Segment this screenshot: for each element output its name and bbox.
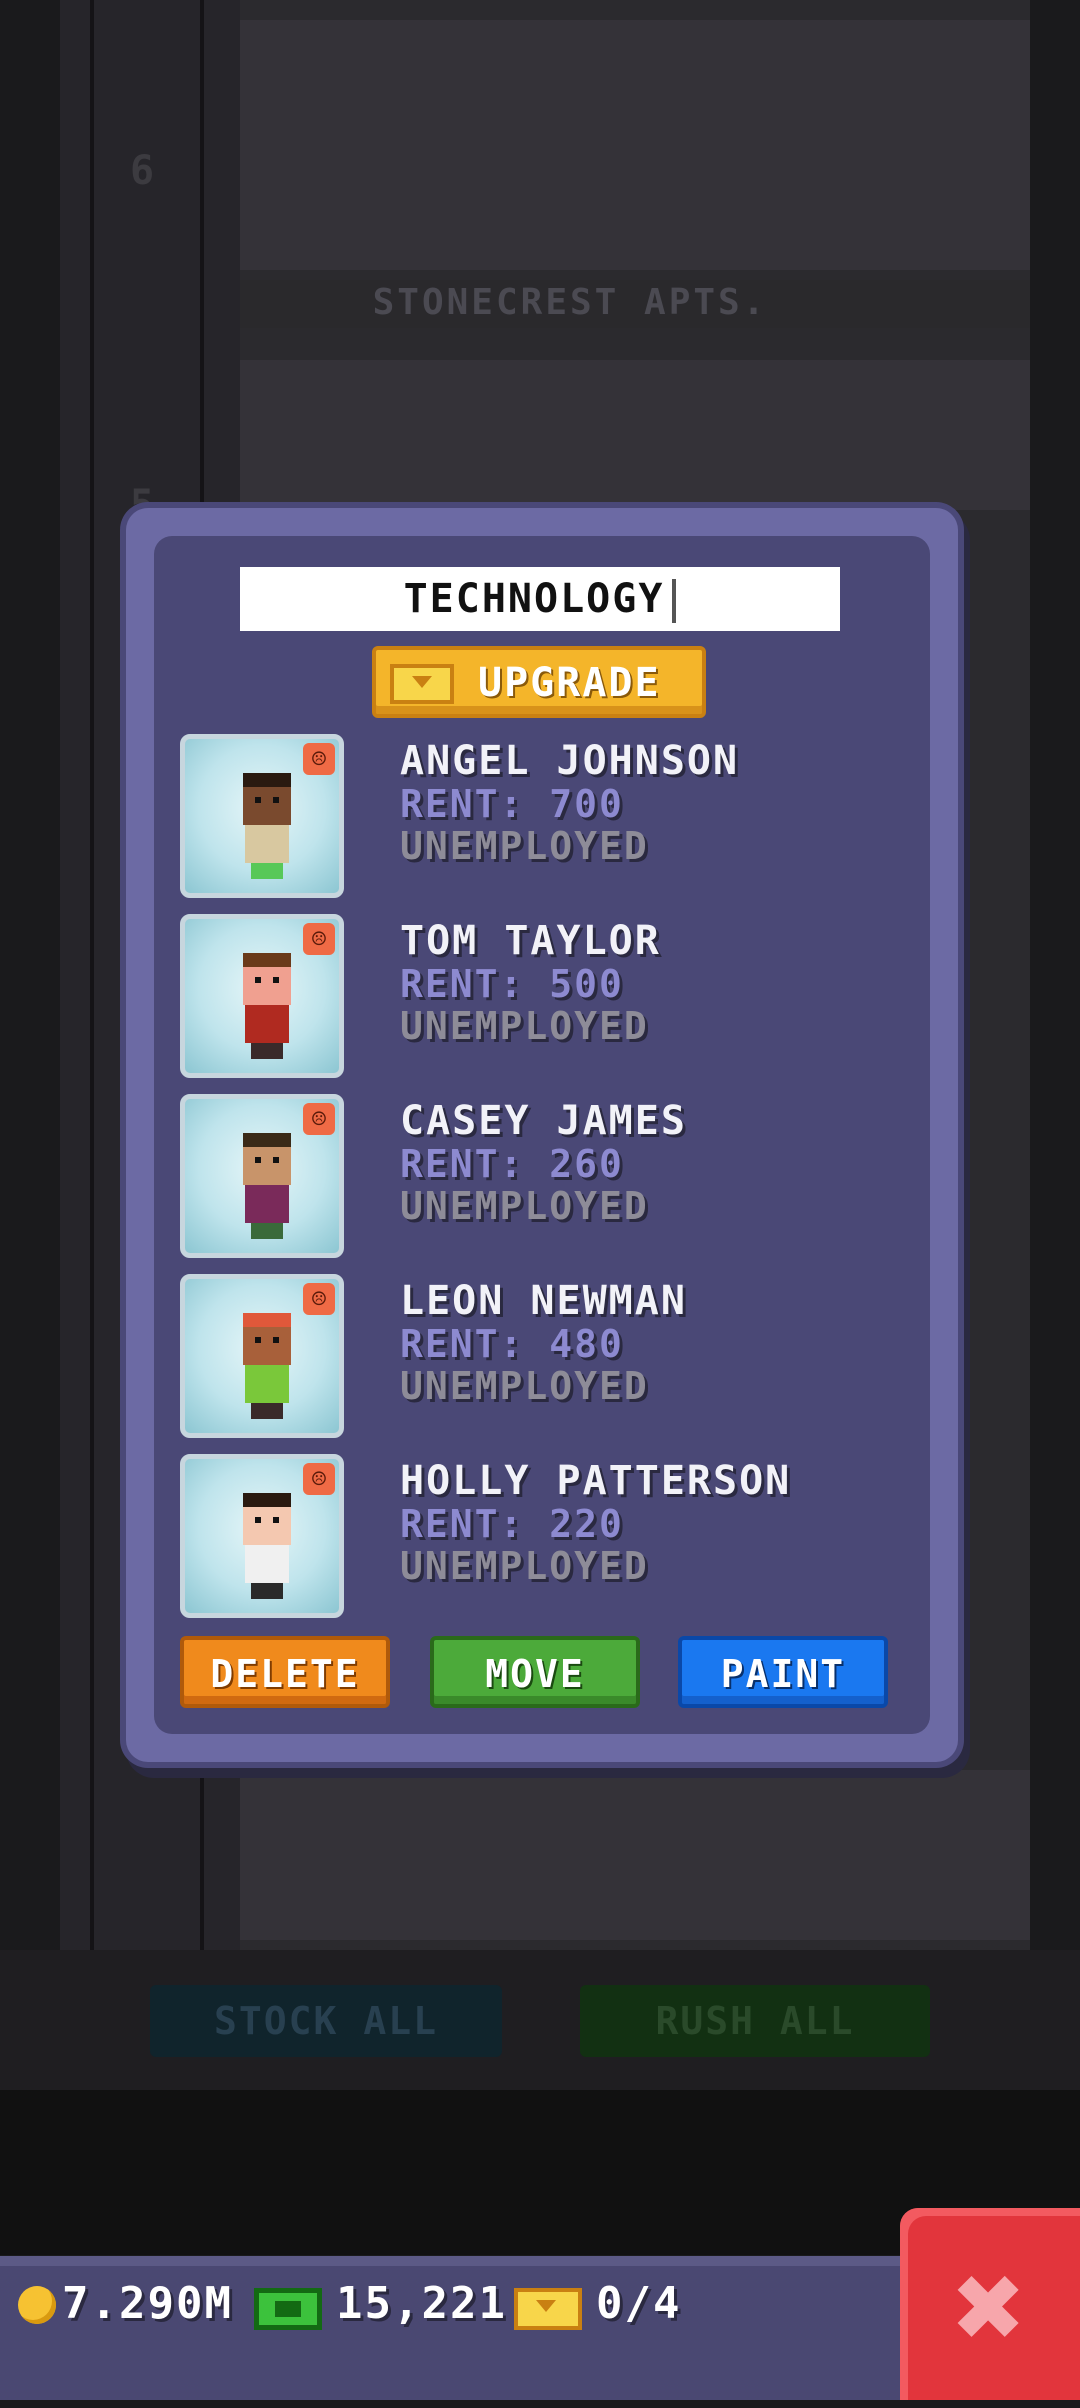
avatar-legs [251,1223,283,1239]
resident-portrait[interactable]: ☹ [180,734,344,898]
avatar-eye [255,1517,261,1523]
avatar-head [243,961,291,1005]
floor-name-value: TECHNOLOGY [403,576,665,622]
resident-rent: RENT: 480 [400,1322,624,1366]
avatar-body [245,1005,289,1043]
avatar-body [245,1185,289,1223]
avatar-eye [255,977,261,983]
upgrade-label: UPGRADE [478,660,661,706]
avatar-body [245,825,289,863]
lower-floor-room [240,1770,1030,1940]
resident-job: UNEMPLOYED [400,1544,649,1588]
bux-count: 15,221 [336,2278,507,2329]
resident-name: HOLLY PATTERSON [400,1458,792,1504]
resident-rent: RENT: 260 [400,1142,624,1186]
avatar-hair [243,1133,291,1147]
resident-rent: RENT: 220 [400,1502,624,1546]
floor-title: STONECREST APTS. [372,282,768,323]
golden-ticket-icon [514,2288,582,2330]
resident-portrait[interactable]: ☹ [180,914,344,1078]
delete-button[interactable]: DELETE [180,1636,390,1708]
resident-name: CASEY JAMES [400,1098,687,1144]
upgrade-button[interactable]: UPGRADE [372,646,706,718]
avatar-hair [243,1493,291,1507]
resident-rent: RENT: 500 [400,962,624,1006]
bitizen-avatar [235,1493,299,1603]
avatar-legs [251,1403,283,1419]
avatar-head [243,1141,291,1185]
floor-5-room [240,360,1030,510]
bitizen-avatar [235,1313,299,1423]
resident-job: UNEMPLOYED [400,1364,649,1408]
resident-job: UNEMPLOYED [400,824,649,868]
avatar-eye [273,1157,279,1163]
resident-row[interactable]: ☹ LEON NEWMAN RENT: 480 UNEMPLOYED [180,1274,900,1438]
avatar-hair [243,1313,291,1327]
resident-row[interactable]: ☹ TOM TAYLOR RENT: 500 UNEMPLOYED [180,914,900,1078]
coins-count: 7.290M [62,2278,233,2329]
close-button[interactable]: ✖ [900,2208,1080,2400]
resident-name: LEON NEWMAN [400,1278,687,1324]
rush-all-button: RUSH ALL [580,1985,930,2057]
avatar-hair [243,953,291,967]
unhappy-face-icon: ☹ [303,1283,335,1315]
text-caret [672,579,677,623]
move-button[interactable]: MOVE [430,1636,640,1708]
avatar-eye [273,1517,279,1523]
floor-name-input[interactable]: TECHNOLOGY [240,567,840,631]
bitizen-avatar [235,773,299,883]
stock-all-button: STOCK ALL [150,1985,502,2057]
resident-row[interactable]: ☹ ANGEL JOHNSON RENT: 700 UNEMPLOYED [180,734,900,898]
avatar-legs [251,1043,283,1059]
golden-ticket-icon [390,664,454,704]
avatar-eye [273,977,279,983]
resident-job: UNEMPLOYED [400,1184,649,1228]
bitizen-avatar [235,1133,299,1243]
resident-rent: RENT: 700 [400,782,624,826]
unhappy-face-icon: ☹ [303,743,335,775]
close-icon: ✖ [953,2238,1027,2377]
resident-name: TOM TAYLOR [400,918,661,964]
avatar-eye [255,1337,261,1343]
floor-number: 6 [130,148,155,194]
resident-portrait[interactable]: ☹ [180,1454,344,1618]
bux-icon [254,2288,322,2330]
avatar-body [245,1365,289,1403]
avatar-head [243,1501,291,1545]
resident-row[interactable]: ☹ HOLLY PATTERSON RENT: 220 UNEMPLOYED [180,1454,900,1618]
unhappy-face-icon: ☹ [303,1463,335,1495]
coin-icon [18,2286,56,2324]
resident-portrait[interactable]: ☹ [180,1094,344,1258]
avatar-hair [243,773,291,787]
avatar-legs [251,863,283,879]
avatar-body [245,1545,289,1583]
paint-button[interactable]: PAINT [678,1636,888,1708]
bitizen-avatar [235,953,299,1063]
resident-row[interactable]: ☹ CASEY JAMES RENT: 260 UNEMPLOYED [180,1094,900,1258]
avatar-eye [255,797,261,803]
avatar-head [243,1321,291,1365]
unhappy-face-icon: ☹ [303,1103,335,1135]
avatar-eye [255,1157,261,1163]
avatar-legs [251,1583,283,1599]
avatar-eye [273,1337,279,1343]
resident-job: UNEMPLOYED [400,1004,649,1048]
shaft-rail [90,0,94,1950]
tickets-count: 0/4 [596,2278,682,2329]
resident-name: ANGEL JOHNSON [400,738,740,784]
floor-6-room [240,20,1030,270]
unhappy-face-icon: ☹ [303,923,335,955]
avatar-head [243,781,291,825]
avatar-eye [273,797,279,803]
resident-portrait[interactable]: ☹ [180,1274,344,1438]
